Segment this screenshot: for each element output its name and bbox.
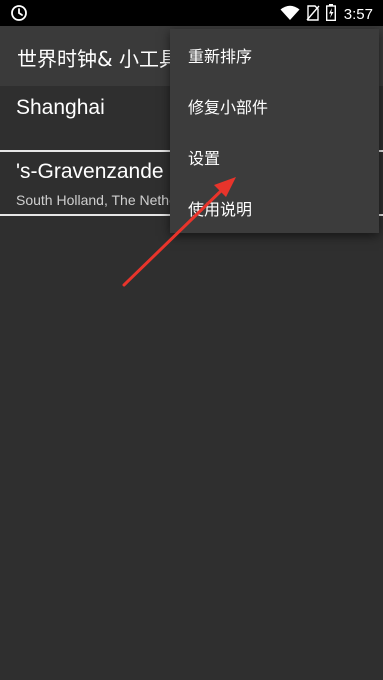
battery-charging-icon [325, 4, 336, 25]
alarm-clock-icon [10, 4, 28, 26]
menu-item-instructions[interactable]: 使用说明 [170, 182, 379, 233]
menu-item-reorder[interactable]: 重新排序 [170, 29, 379, 80]
city-name: 's-Gravenzande [16, 160, 164, 183]
status-bar: 3:57 [0, 0, 383, 26]
wifi-icon [280, 5, 300, 25]
overflow-menu: 重新排序 修复小部件 设置 使用说明 [170, 29, 379, 233]
status-time: 3:57 [343, 6, 373, 23]
menu-item-repair-widget[interactable]: 修复小部件 [170, 80, 379, 131]
no-sim-icon [306, 4, 320, 25]
menu-item-settings[interactable]: 设置 [170, 131, 379, 182]
city-name: Shanghai [16, 96, 105, 119]
app-title: 世界时钟& 小工具 [17, 47, 179, 71]
